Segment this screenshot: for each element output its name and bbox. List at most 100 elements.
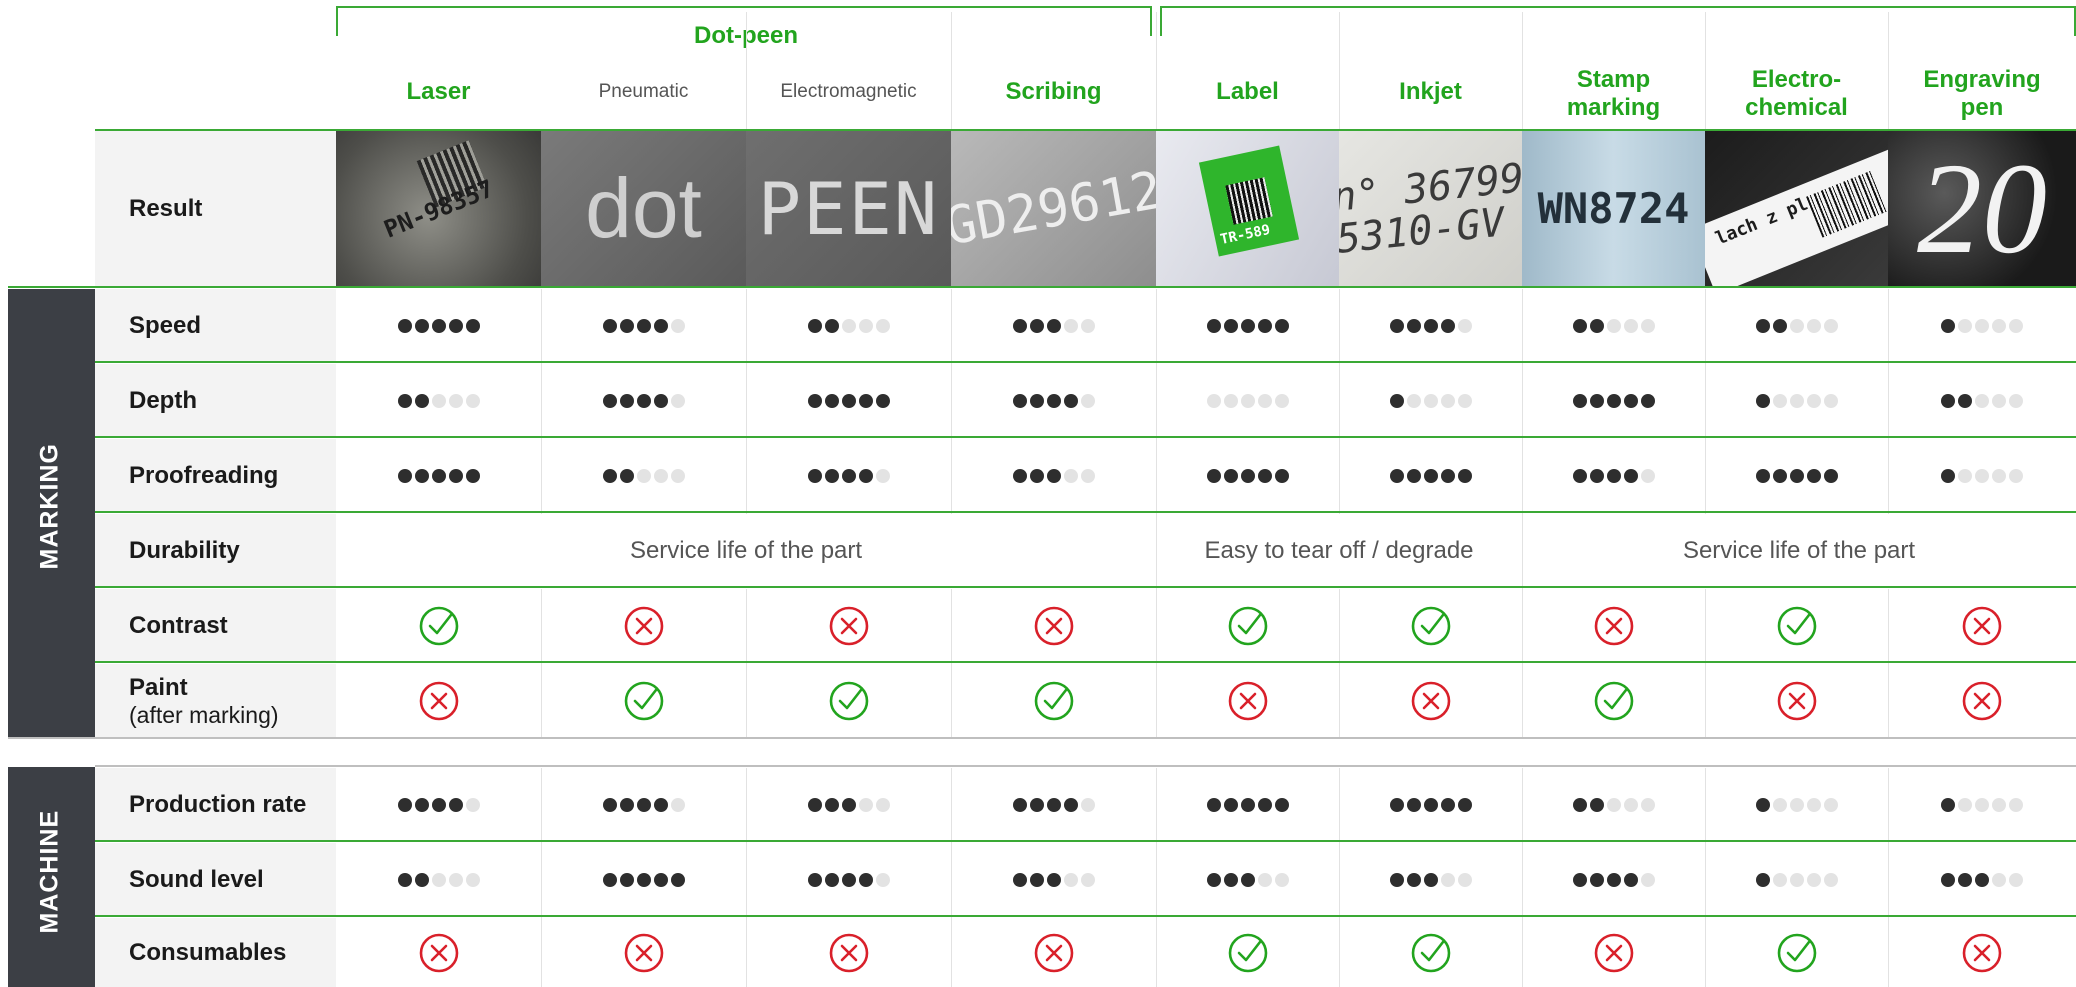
marking-section-label: MARKING bbox=[35, 443, 64, 570]
proofreading-cell-electro-chemical bbox=[1705, 439, 1888, 512]
cross-circle-icon bbox=[1411, 681, 1450, 721]
result-image-inkjet: n° 36799 5310-GV bbox=[1339, 131, 1522, 286]
filled-dot bbox=[1623, 872, 1638, 887]
filled-dot bbox=[414, 468, 429, 483]
rating-dots bbox=[397, 872, 480, 887]
sound-level-cell-pneumatic bbox=[541, 843, 746, 916]
filled-dot bbox=[1206, 872, 1221, 887]
empty-dot bbox=[1080, 872, 1095, 887]
rating-dots bbox=[1572, 318, 1655, 333]
empty-dot bbox=[875, 318, 890, 333]
empty-dot bbox=[1223, 393, 1238, 408]
paint-cell-engraving-pen bbox=[1888, 664, 2076, 738]
result-image-text: n° 36799 5310-GV bbox=[1339, 154, 1522, 263]
filled-dot bbox=[1389, 468, 1404, 483]
filled-dot bbox=[1789, 468, 1804, 483]
empty-dot bbox=[2009, 797, 2023, 812]
speed-cell-pneumatic bbox=[541, 289, 746, 362]
filled-dot bbox=[1572, 318, 1587, 333]
filled-dot bbox=[1423, 872, 1438, 887]
rating-dots bbox=[1206, 872, 1289, 887]
filled-dot bbox=[1958, 872, 1972, 887]
filled-dot bbox=[636, 393, 651, 408]
check-circle-icon bbox=[1777, 933, 1816, 972]
rating-dots bbox=[1012, 318, 1095, 333]
filled-dot bbox=[1958, 393, 1972, 408]
filled-dot bbox=[636, 797, 651, 812]
production-rate-cell-engraving-pen bbox=[1888, 768, 2076, 841]
empty-dot bbox=[858, 797, 873, 812]
rating-dots bbox=[1389, 872, 1472, 887]
filled-dot bbox=[397, 393, 412, 408]
result-image-text: GD29612 bbox=[951, 159, 1156, 258]
empty-dot bbox=[2009, 872, 2023, 887]
filled-dot bbox=[1975, 872, 1989, 887]
consumables-cell-engraving-pen bbox=[1888, 918, 2076, 987]
empty-dot bbox=[1063, 318, 1078, 333]
speed-cell-engraving-pen bbox=[1888, 289, 2076, 362]
empty-dot bbox=[1992, 797, 2006, 812]
rating-dots bbox=[1206, 468, 1289, 483]
rating-dots bbox=[1206, 393, 1289, 408]
filled-dot bbox=[1423, 797, 1438, 812]
cross-circle-icon bbox=[1777, 681, 1816, 721]
filled-dot bbox=[1755, 468, 1770, 483]
row-divider bbox=[8, 286, 2076, 288]
rating-dots bbox=[1572, 797, 1655, 812]
filled-dot bbox=[448, 797, 463, 812]
filled-dot bbox=[1406, 797, 1421, 812]
row-label-paint: Paint (after marking) bbox=[95, 664, 336, 738]
rating-dots bbox=[807, 797, 890, 812]
contrast-cell-pneumatic bbox=[541, 589, 746, 662]
contrast-cell-electromagnetic bbox=[746, 589, 951, 662]
empty-dot bbox=[1975, 393, 1989, 408]
filled-dot bbox=[1772, 468, 1787, 483]
filled-dot bbox=[1206, 797, 1221, 812]
filled-dot bbox=[807, 468, 822, 483]
filled-dot bbox=[1046, 468, 1061, 483]
speed-cell-inkjet bbox=[1339, 289, 1522, 362]
rating-dots bbox=[602, 872, 685, 887]
consumables-cell-stamp-marking bbox=[1522, 918, 1705, 987]
empty-dot bbox=[431, 872, 446, 887]
production-rate-cell-laser bbox=[336, 768, 541, 841]
consumables-cell-electro-chemical bbox=[1705, 918, 1888, 987]
filled-dot bbox=[1457, 468, 1472, 483]
empty-dot bbox=[1992, 393, 2006, 408]
rating-dots bbox=[1755, 468, 1838, 483]
filled-dot bbox=[1029, 393, 1044, 408]
empty-dot bbox=[670, 393, 685, 408]
consumables-cell-scribing bbox=[951, 918, 1156, 987]
row-label-consumables: Consumables bbox=[95, 918, 336, 987]
rating-dots bbox=[1941, 318, 2023, 333]
other-methods-bracket bbox=[1160, 6, 2076, 36]
check-circle-icon bbox=[624, 681, 663, 721]
result-image-text: WN8724 bbox=[1537, 184, 1690, 233]
empty-dot bbox=[1789, 318, 1804, 333]
proofreading-cell-electromagnetic bbox=[746, 439, 951, 512]
filled-dot bbox=[1423, 468, 1438, 483]
empty-dot bbox=[875, 872, 890, 887]
filled-dot bbox=[1257, 797, 1272, 812]
empty-dot bbox=[1772, 393, 1787, 408]
filled-dot bbox=[448, 318, 463, 333]
filled-dot bbox=[858, 872, 873, 887]
empty-dot bbox=[670, 468, 685, 483]
column-header-laser: Laser bbox=[406, 78, 471, 105]
empty-dot bbox=[1623, 797, 1638, 812]
cross-circle-icon bbox=[1594, 933, 1633, 972]
filled-dot bbox=[841, 797, 856, 812]
filled-dot bbox=[619, 393, 634, 408]
filled-dot bbox=[1623, 393, 1638, 408]
rating-dots bbox=[1755, 318, 1838, 333]
filled-dot bbox=[807, 872, 822, 887]
empty-dot bbox=[1240, 393, 1255, 408]
rating-dots bbox=[1206, 797, 1289, 812]
filled-dot bbox=[1223, 468, 1238, 483]
rating-dots bbox=[807, 468, 890, 483]
speed-cell-stamp-marking bbox=[1522, 289, 1705, 362]
filled-dot bbox=[858, 393, 873, 408]
rating-dots bbox=[1572, 872, 1655, 887]
empty-dot bbox=[448, 393, 463, 408]
depth-cell-electro-chemical bbox=[1705, 364, 1888, 437]
